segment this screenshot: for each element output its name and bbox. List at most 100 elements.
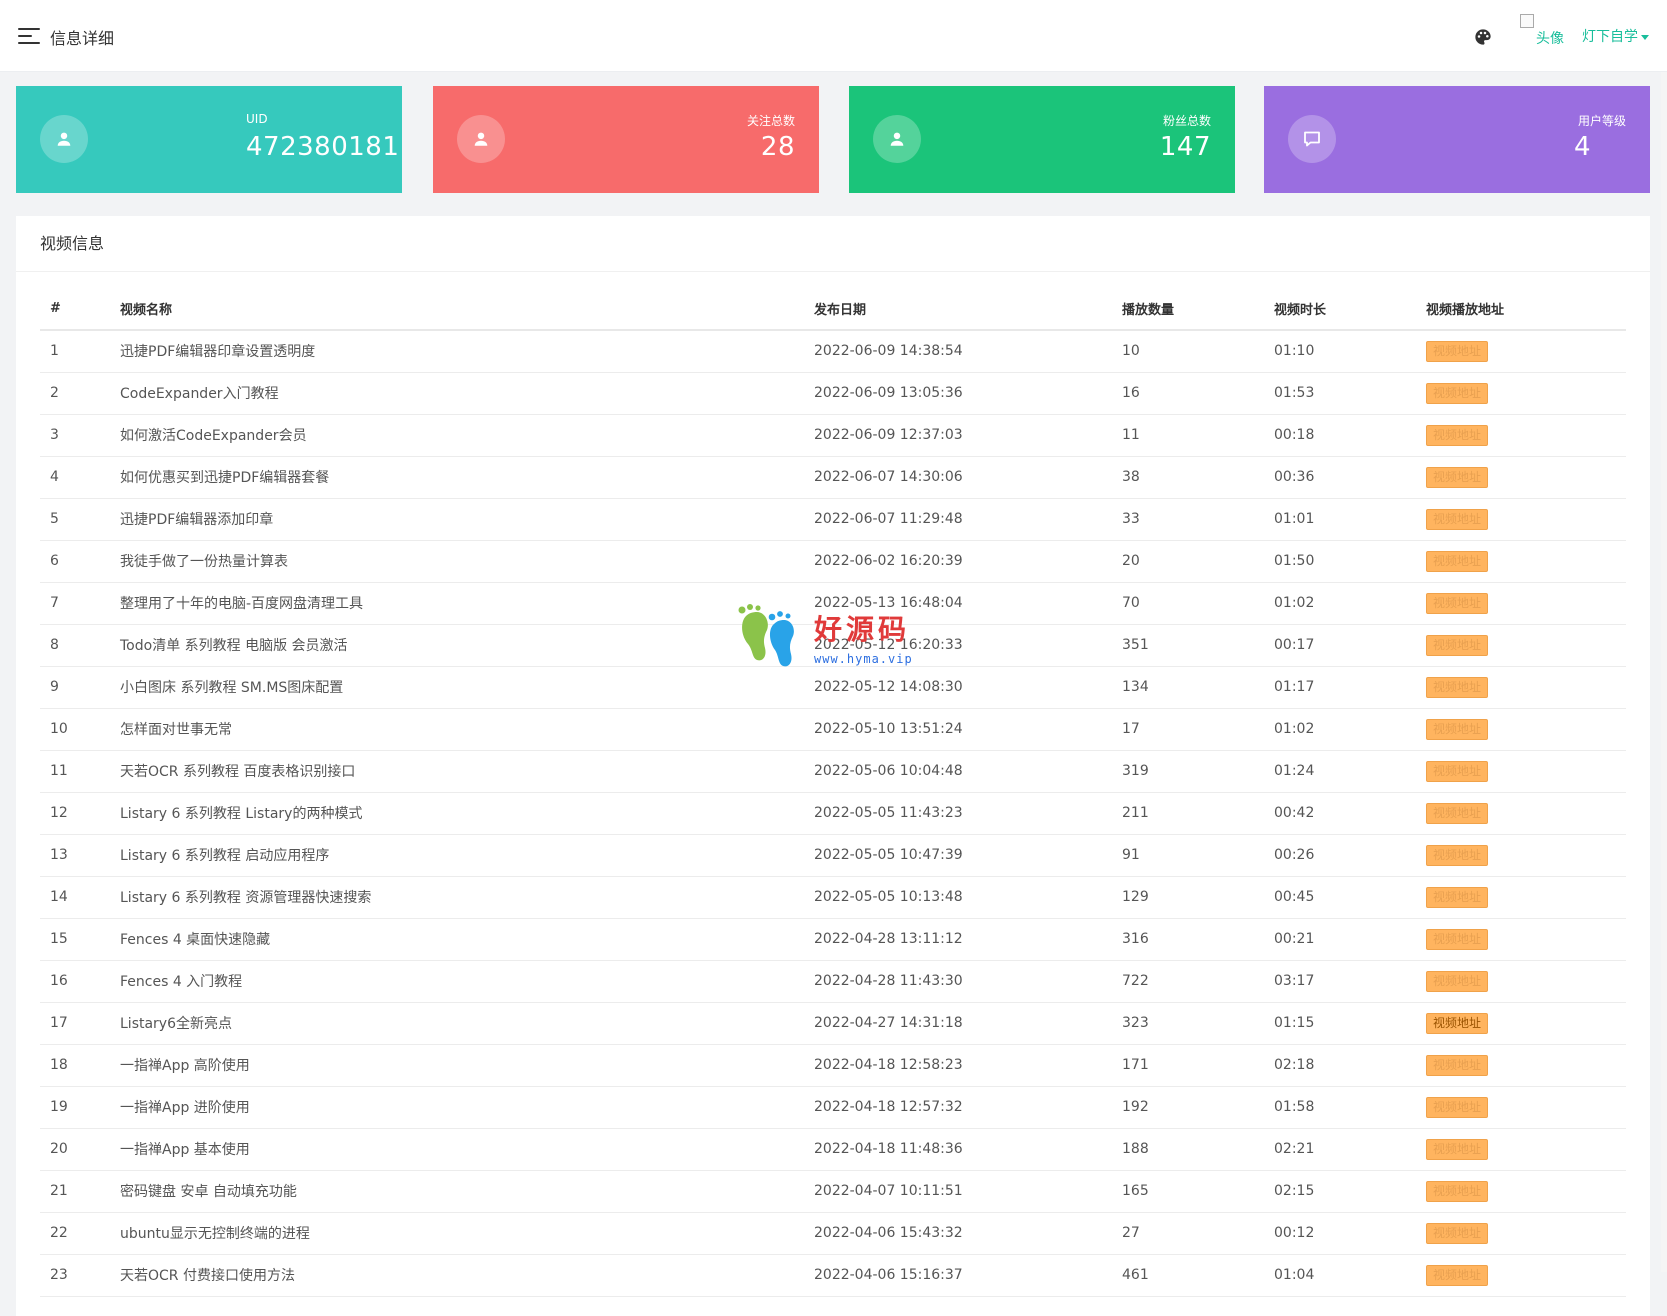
cell-video-url: 视频地址	[1416, 960, 1626, 1003]
video-url-button[interactable]: 视频地址	[1426, 970, 1489, 992]
cell-duration: 01:24	[1264, 750, 1416, 793]
video-info-panel: 视频信息 # 视频名称 发布日期 播放数量 视频时长 视频播放地址 1 迅捷PDF…	[16, 216, 1650, 1316]
cell-number: 6	[40, 540, 110, 583]
video-url-button[interactable]: 视频地址	[1426, 928, 1489, 950]
table-row: 3 如何激活CodeExpander会员 2022-06-09 12:37:03 11…	[40, 414, 1626, 457]
hamburger-menu-icon[interactable]	[18, 28, 40, 44]
watermark-text: 好源码	[814, 613, 911, 646]
level-value: 4	[1574, 132, 1592, 162]
cell-duration: 01:10	[1264, 330, 1416, 373]
video-url-button[interactable]: 视频地址	[1426, 1096, 1489, 1118]
cell-duration: 01:02	[1264, 582, 1416, 625]
cell-video-name: CodeExpander入门教程	[110, 372, 804, 415]
level-card: 用户等级 4	[1264, 86, 1650, 193]
cell-publish-date: 2022-05-05 10:13:48	[804, 876, 1112, 919]
cell-duration: 00:17	[1264, 624, 1416, 667]
cell-number: 14	[40, 876, 110, 919]
video-url-button[interactable]: 视频地址	[1426, 1012, 1489, 1034]
cell-video-name: 怎样面对世事无常	[110, 708, 804, 751]
cell-number: 1	[40, 330, 110, 373]
cell-publish-date: 2022-04-07 10:11:51	[804, 1170, 1112, 1213]
cell-duration: 02:18	[1264, 1044, 1416, 1087]
panel-title: 视频信息	[16, 216, 1650, 272]
cell-duration: 01:53	[1264, 372, 1416, 415]
table-row: 2 CodeExpander入门教程 2022-06-09 13:05:36 16 01…	[40, 372, 1626, 415]
cell-video-url: 视频地址	[1416, 792, 1626, 835]
cell-video-url: 视频地址	[1416, 876, 1626, 919]
cell-duration: 00:36	[1264, 456, 1416, 499]
video-url-button[interactable]: 视频地址	[1426, 634, 1489, 656]
following-label: 关注总数	[746, 114, 795, 128]
cell-number: 23	[40, 1254, 110, 1297]
cell-duration: 00:26	[1264, 834, 1416, 877]
cell-play-count: 91	[1112, 834, 1264, 877]
scrollbar[interactable]	[1661, 72, 1667, 1272]
top-bar: 信息详细 头像 灯下自学	[0, 0, 1667, 72]
cell-video-name: Listary6全新亮点	[110, 1002, 804, 1045]
cell-video-name: 密码键盘 安卓 自动填充功能	[110, 1170, 804, 1213]
cell-video-url: 视频地址	[1416, 708, 1626, 751]
avatar-image[interactable]: 头像	[1520, 14, 1564, 47]
video-url-button[interactable]: 视频地址	[1426, 1222, 1489, 1244]
cell-video-url: 视频地址	[1416, 1212, 1626, 1255]
uid-label: UID	[246, 112, 268, 126]
cell-number: 17	[40, 1002, 110, 1045]
video-url-button[interactable]: 视频地址	[1426, 1054, 1489, 1076]
video-url-button[interactable]: 视频地址	[1426, 1264, 1489, 1286]
video-url-button[interactable]: 视频地址	[1426, 592, 1489, 614]
cell-video-url: 视频地址	[1416, 540, 1626, 583]
cell-video-url: 视频地址	[1416, 1128, 1626, 1171]
cell-publish-date: 2022-04-18 11:48:36	[804, 1128, 1112, 1171]
cell-publish-date: 2022-04-06 15:43:32	[804, 1212, 1112, 1255]
table-row: 16 Fences 4 入门教程 2022-04-28 11:43:30 722 03:…	[40, 960, 1626, 1003]
cell-play-count: 171	[1112, 1044, 1264, 1087]
fans-label: 粉丝总数	[1162, 114, 1211, 128]
cell-duration: 00:45	[1264, 876, 1416, 919]
video-url-button[interactable]: 视频地址	[1426, 424, 1489, 446]
cell-duration: 00:12	[1264, 1212, 1416, 1255]
stats-cards: UID 472380181 关注总数 28 粉丝总数 147 用户等级 4	[16, 86, 1650, 193]
fans-value: 147	[1159, 132, 1211, 162]
table-row: 11 天若OCR 系列教程 百度表格识别接口 2022-05-06 10:04:48…	[40, 750, 1626, 793]
table-row: 19 一指禅App 进阶使用 2022-04-18 12:57:32 192 01:58…	[40, 1086, 1626, 1129]
cell-video-name: 迅捷PDF编辑器印章设置透明度	[110, 330, 804, 373]
video-url-button[interactable]: 视频地址	[1426, 508, 1489, 530]
cell-video-url: 视频地址	[1416, 1170, 1626, 1213]
cell-duration: 00:21	[1264, 918, 1416, 961]
cell-play-count: 20	[1112, 540, 1264, 583]
cell-publish-date: 2022-06-07 11:29:48	[804, 498, 1112, 541]
palette-icon[interactable]	[1474, 28, 1492, 46]
cell-publish-date: 2022-05-06 10:04:48	[804, 750, 1112, 793]
video-url-button[interactable]: 视频地址	[1426, 550, 1489, 572]
table-row: 5 迅捷PDF编辑器添加印章 2022-06-07 11:29:48 33 01:01 视…	[40, 498, 1626, 541]
user-menu-dropdown[interactable]: 灯下自学	[1582, 26, 1649, 46]
video-url-button[interactable]: 视频地址	[1426, 718, 1489, 740]
video-url-button[interactable]: 视频地址	[1426, 886, 1489, 908]
video-url-button[interactable]: 视频地址	[1426, 466, 1489, 488]
cell-publish-date: 2022-04-18 12:58:23	[804, 1044, 1112, 1087]
video-url-button[interactable]: 视频地址	[1426, 760, 1489, 782]
table-row: 10 怎样面对世事无常 2022-05-10 13:51:24 17 01:02 视频地址	[40, 708, 1626, 751]
cell-publish-date: 2022-05-05 11:43:23	[804, 792, 1112, 835]
cell-number: 21	[40, 1170, 110, 1213]
watermark-url: www.hyma.vip	[814, 652, 913, 666]
cell-video-url: 视频地址	[1416, 1044, 1626, 1087]
cell-play-count: 192	[1112, 1086, 1264, 1129]
cell-publish-date: 2022-04-06 15:16:37	[804, 1254, 1112, 1297]
uid-value: 472380181	[246, 132, 400, 162]
video-url-button[interactable]: 视频地址	[1426, 802, 1489, 824]
cell-duration: 01:50	[1264, 540, 1416, 583]
video-url-button[interactable]: 视频地址	[1426, 844, 1489, 866]
cell-video-name: 一指禅App 基本使用	[110, 1128, 804, 1171]
cell-number: 2	[40, 372, 110, 415]
video-url-button[interactable]: 视频地址	[1426, 1180, 1489, 1202]
video-url-button[interactable]: 视频地址	[1426, 676, 1489, 698]
cell-video-url: 视频地址	[1416, 372, 1626, 415]
column-header-number: #	[40, 288, 110, 331]
cell-number: 13	[40, 834, 110, 877]
video-url-button[interactable]: 视频地址	[1426, 382, 1489, 404]
cell-number: 19	[40, 1086, 110, 1129]
cell-duration: 01:15	[1264, 1002, 1416, 1045]
video-url-button[interactable]: 视频地址	[1426, 340, 1489, 362]
video-url-button[interactable]: 视频地址	[1426, 1138, 1489, 1160]
